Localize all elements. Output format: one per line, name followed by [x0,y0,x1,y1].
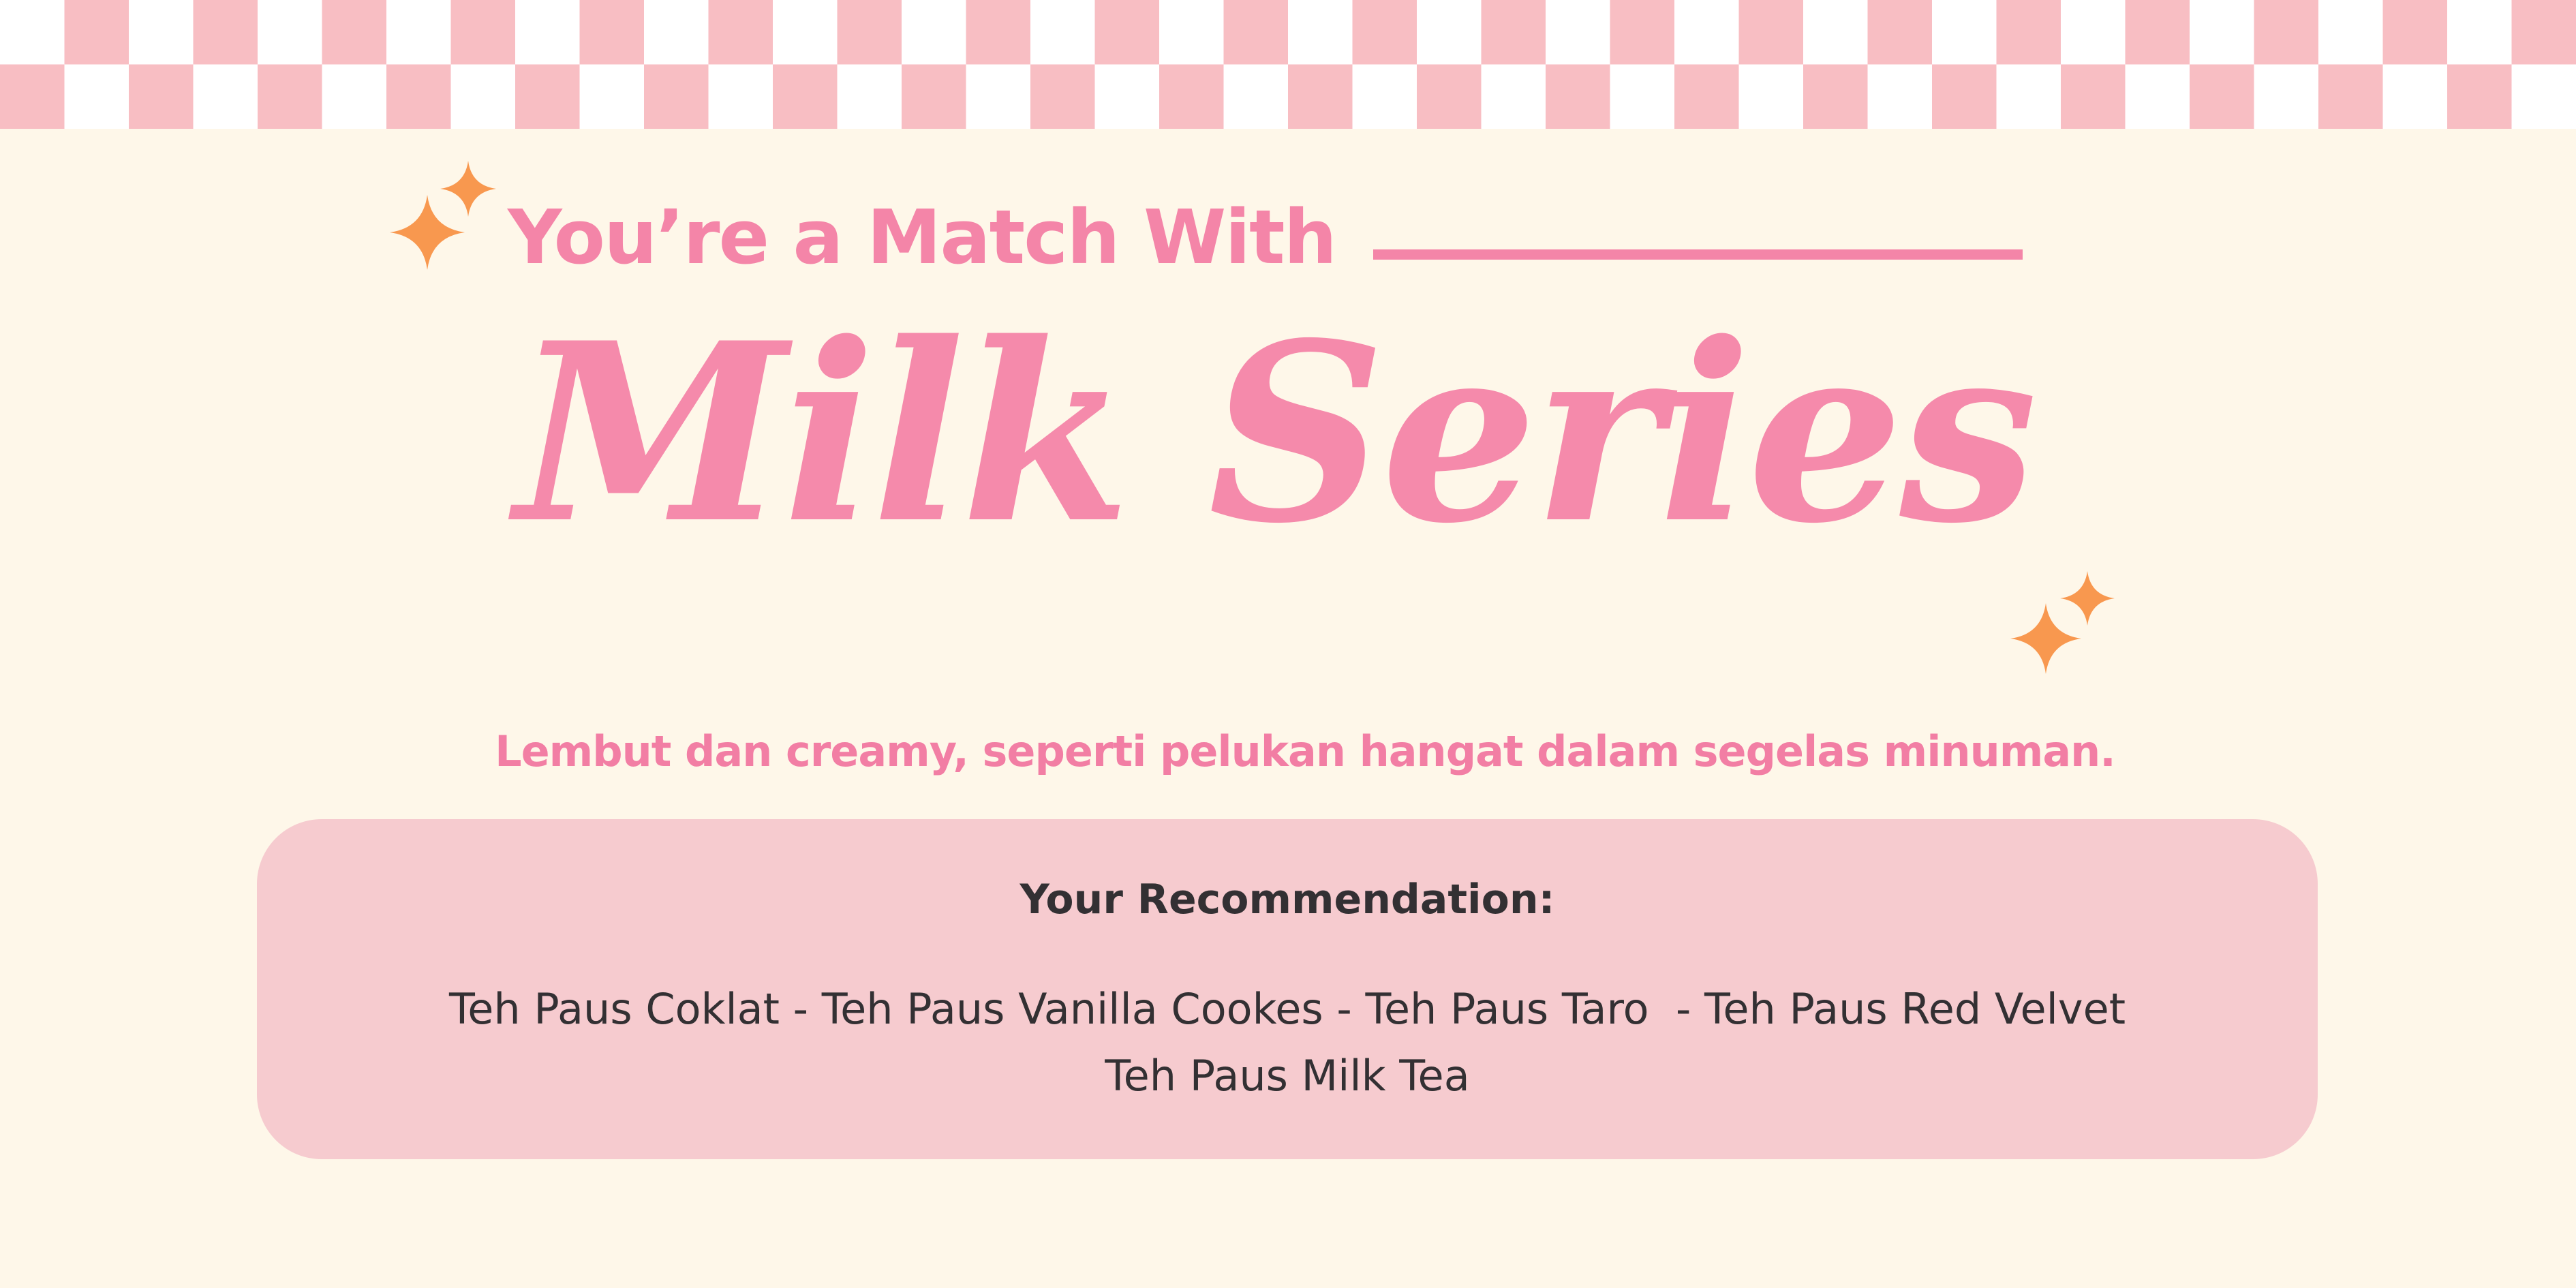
heading-divider [1373,249,2023,260]
recommendation-heading: Your Recommendation: [1019,876,1555,923]
checkerboard-banner [0,0,2576,129]
series-tagline: Lembut dan creamy, seperti pelukan hanga… [495,726,2116,776]
recommendation-list-line: Teh Paus Coklat - Teh Paus Vanilla Cooke… [448,984,2126,1034]
recommendation-list-line: Teh Paus Milk Tea [1105,1051,1470,1101]
sparkle-icon [440,161,496,217]
sparkle-icon [2060,571,2115,626]
series-title: Milk Series [515,289,2038,577]
match-heading: You’re a Match With [508,194,1337,281]
recommendation-card: Your Recommendation: Teh Paus Coklat - T… [257,819,2318,1159]
